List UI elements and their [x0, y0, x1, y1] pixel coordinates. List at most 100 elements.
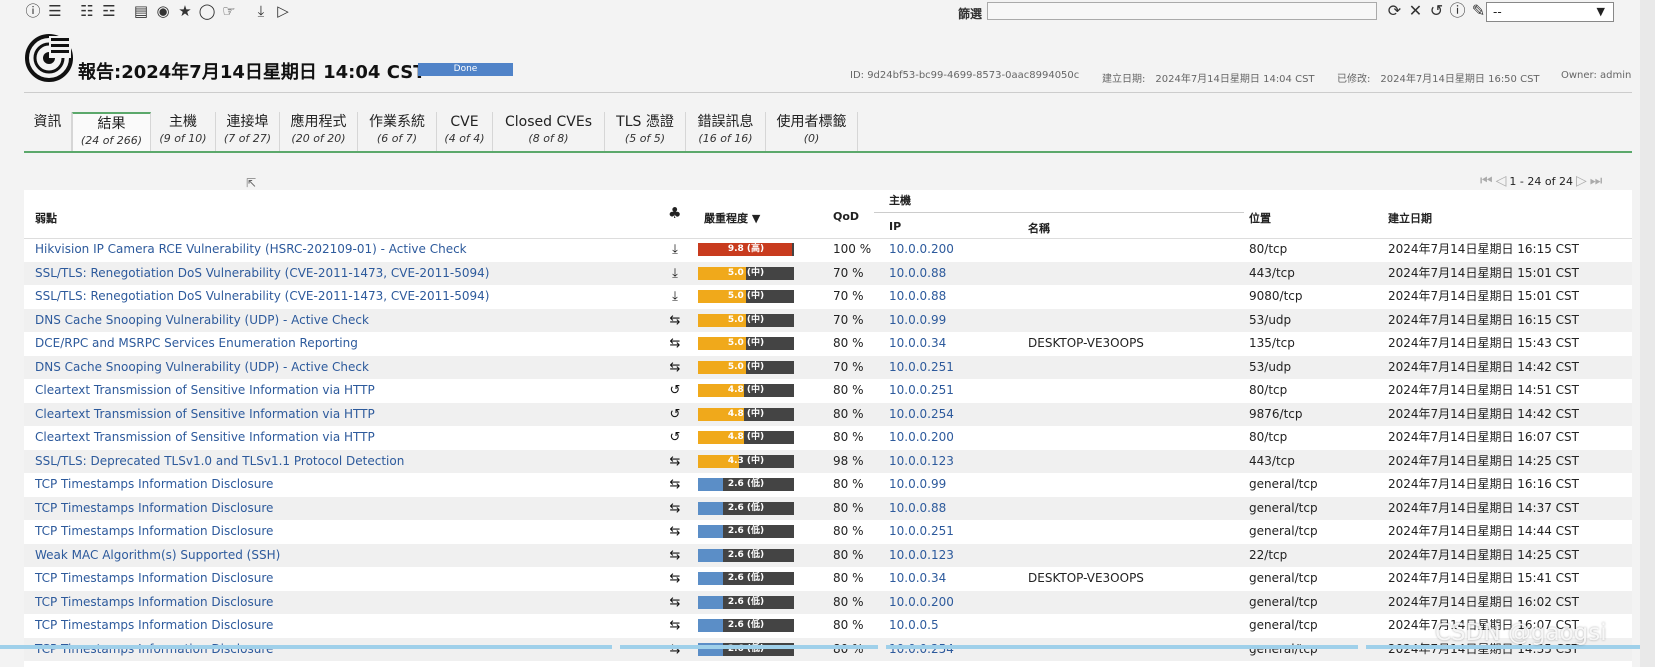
tab-tls-certificates[interactable]: TLS 憑證 (5 of 5)	[605, 112, 686, 152]
header-severity[interactable]: 嚴重程度 ▼	[704, 210, 760, 226]
host-ip-link[interactable]: 10.0.0.99	[889, 473, 946, 497]
qod-value: 80 %	[833, 336, 864, 350]
vulnerability-link[interactable]: Weak MAC Algorithm(s) Supported (SSH)	[35, 544, 280, 568]
table-row[interactable]: TCP Timestamps Information Disclosure⇆2.…	[24, 496, 1632, 521]
list-icon[interactable]: ☰	[46, 1, 64, 21]
vulnerability-link[interactable]: TCP Timestamps Information Disclosure	[35, 567, 273, 591]
vulnerability-link[interactable]: SSL/TLS: Renegotiation DoS Vulnerability…	[35, 285, 489, 309]
host-ip-link[interactable]: 10.0.0.254	[889, 638, 954, 662]
top-toolbar: ⓘ ☰ ☷ ☲ ▤ ◉ ★ ◯ ☞ ⤓ ▷ 篩選 ⟳ ✕ ↺ ⓘ ✎ -- ▼	[0, 0, 1655, 24]
tab-ports[interactable]: 連接埠 (7 of 27)	[216, 112, 280, 152]
vulnerability-link[interactable]: DCE/RPC and MSRPC Services Enumeration R…	[35, 332, 358, 356]
tab-results[interactable]: 結果 (24 of 266)	[72, 112, 151, 152]
vulnerability-link[interactable]: SSL/TLS: Deprecated TLSv1.0 and TLSv1.1 …	[35, 450, 404, 474]
last-page-icon[interactable]: ⏭	[1590, 173, 1603, 189]
table-row[interactable]: DCE/RPC and MSRPC Services Enumeration R…	[24, 332, 1632, 356]
host-ip-link[interactable]: 10.0.0.34	[889, 332, 946, 356]
host-ip-link[interactable]: 10.0.0.254	[889, 403, 954, 427]
host-ip-link[interactable]: 10.0.0.88	[889, 497, 946, 521]
vulnerability-link[interactable]: TCP Timestamps Information Disclosure	[35, 497, 273, 521]
host-ip-link[interactable]: 10.0.0.251	[889, 356, 954, 380]
vulnerability-link[interactable]: DNS Cache Snooping Vulnerability (UDP) -…	[35, 356, 369, 380]
host-ip-link[interactable]: 10.0.0.200	[889, 238, 954, 262]
prev-page-icon[interactable]: ◁	[1496, 173, 1507, 189]
table-row[interactable]: Cleartext Transmission of Sensitive Info…	[24, 402, 1632, 427]
first-page-icon[interactable]: ⏮	[1480, 173, 1493, 189]
header-name[interactable]: 名稱	[1028, 220, 1050, 236]
host-ip-link[interactable]: 10.0.0.251	[889, 520, 954, 544]
override-icon[interactable]: ☞	[220, 1, 238, 21]
created-meta: 建立日期: 2024年7月14日星期日 14:04 CST	[1102, 70, 1315, 85]
table-row[interactable]: TCP Timestamps Information Disclosure⇆2.…	[24, 590, 1632, 615]
task-icon[interactable]: ◉	[154, 1, 172, 21]
table-row[interactable]: DNS Cache Snooping Vulnerability (UDP) -…	[24, 308, 1632, 333]
filter-input[interactable]	[987, 2, 1377, 20]
host-ip-link[interactable]: 10.0.0.99	[889, 309, 946, 333]
filter-select[interactable]: -- ▼	[1486, 2, 1614, 22]
tab-applications[interactable]: 應用程式 (20 of 20)	[280, 112, 358, 152]
table-row[interactable]: SSL/TLS: Renegotiation DoS Vulnerability…	[24, 261, 1632, 286]
vulnerability-link[interactable]: Hikvision IP Camera RCE Vulnerability (H…	[35, 238, 467, 262]
vulnerability-link[interactable]: TCP Timestamps Information Disclosure	[35, 638, 273, 662]
reset-filter-icon[interactable]: ↺	[1427, 1, 1446, 21]
table-row[interactable]: TCP Timestamps Information Disclosure⇆2.…	[24, 567, 1632, 591]
severity-bar: 9.8 (高)	[698, 243, 794, 256]
download-icon[interactable]: ⤓	[252, 1, 270, 21]
host-ip-link[interactable]: 10.0.0.200	[889, 591, 954, 615]
tab-operating-systems[interactable]: 作業系統 (6 of 7)	[358, 112, 437, 152]
next-page-icon[interactable]: ▷	[1576, 173, 1587, 189]
vulnerability-link[interactable]: SSL/TLS: Renegotiation DoS Vulnerability…	[35, 262, 489, 286]
host-ip-link[interactable]: 10.0.0.34	[889, 567, 946, 591]
header-vulnerability[interactable]: 弱點	[35, 210, 57, 226]
tab-user-tags[interactable]: 使用者標籤 (0)	[766, 112, 858, 152]
vulnerability-link[interactable]: TCP Timestamps Information Disclosure	[35, 614, 273, 638]
tab-error-messages[interactable]: 錯誤訊息 (16 of 16)	[686, 112, 766, 152]
workaround-icon: ⇆	[669, 336, 681, 351]
clear-filter-icon[interactable]: ✕	[1406, 1, 1425, 21]
table-row[interactable]: Hikvision IP Camera RCE Vulnerability (H…	[24, 238, 1632, 262]
table-row[interactable]: TCP Timestamps Information Disclosure⇆2.…	[24, 614, 1632, 638]
host-ip-link[interactable]: 10.0.0.123	[889, 450, 954, 474]
table-row[interactable]: Weak MAC Algorithm(s) Supported (SSH) ⇆ 2.…	[24, 543, 1632, 568]
remove-tag-icon[interactable]: ☲	[100, 1, 118, 21]
header-ip[interactable]: IP	[889, 220, 901, 233]
tab-cve[interactable]: CVE (4 of 4)	[437, 112, 493, 152]
table-row[interactable]: TCP Timestamps Information Disclosure⇆2.…	[24, 637, 1632, 662]
table-row[interactable]: Cleartext Transmission of Sensitive Info…	[24, 379, 1632, 403]
vulnerability-link[interactable]: TCP Timestamps Information Disclosure	[35, 473, 273, 497]
host-ip-link[interactable]: 10.0.0.88	[889, 285, 946, 309]
add-tag-icon[interactable]: ☷	[78, 1, 96, 21]
vulnerability-link[interactable]: TCP Timestamps Information Disclosure	[35, 591, 273, 615]
filter-help-icon[interactable]: ⓘ	[1448, 1, 1467, 21]
qod-value: 80 %	[833, 571, 864, 585]
report-list-icon[interactable]: ▤	[132, 1, 150, 21]
vulnerability-link[interactable]: Cleartext Transmission of Sensitive Info…	[35, 403, 375, 427]
tab-closed-cves[interactable]: Closed CVEs (8 of 8)	[493, 112, 605, 152]
table-row[interactable]: Cleartext Transmission of Sensitive Info…	[24, 426, 1632, 450]
host-ip-link[interactable]: 10.0.0.200	[889, 426, 954, 450]
header-created[interactable]: 建立日期	[1388, 210, 1432, 226]
table-row[interactable]: DNS Cache Snooping Vulnerability (UDP) -…	[24, 355, 1632, 380]
vulnerability-link[interactable]: DNS Cache Snooping Vulnerability (UDP) -…	[35, 309, 369, 333]
host-ip-link[interactable]: 10.0.0.88	[889, 262, 946, 286]
host-ip-link[interactable]: 10.0.0.251	[889, 379, 954, 403]
host-ip-link[interactable]: 10.0.0.123	[889, 544, 954, 568]
solution-type-icon[interactable]: ♣	[668, 204, 681, 222]
tab-hosts[interactable]: 主機 (9 of 10)	[151, 112, 216, 152]
table-row[interactable]: TCP Timestamps Information Disclosure⇆2.…	[24, 520, 1632, 544]
start-icon[interactable]: ▷	[274, 1, 292, 21]
host-ip-link[interactable]: 10.0.0.5	[889, 614, 939, 638]
table-row[interactable]: SSL/TLS: Deprecated TLSv1.0 and TLSv1.1 …	[24, 449, 1632, 474]
header-qod[interactable]: QoD	[833, 210, 859, 223]
header-location[interactable]: 位置	[1249, 210, 1271, 226]
refresh-filter-icon[interactable]: ⟳	[1385, 1, 1404, 21]
vulnerability-link[interactable]: TCP Timestamps Information Disclosure	[35, 520, 273, 544]
results-icon[interactable]: ★	[176, 1, 194, 21]
vulnerability-link[interactable]: Cleartext Transmission of Sensitive Info…	[35, 426, 375, 450]
table-row[interactable]: TCP Timestamps Information Disclosure⇆2.…	[24, 473, 1632, 497]
help-icon[interactable]: ⓘ	[24, 1, 42, 21]
table-row[interactable]: SSL/TLS: Renegotiation DoS Vulnerability…	[24, 285, 1632, 309]
shield-icon[interactable]: ◯	[198, 1, 216, 21]
vulnerability-link[interactable]: Cleartext Transmission of Sensitive Info…	[35, 379, 375, 403]
tab-info[interactable]: 資訊	[24, 112, 72, 152]
